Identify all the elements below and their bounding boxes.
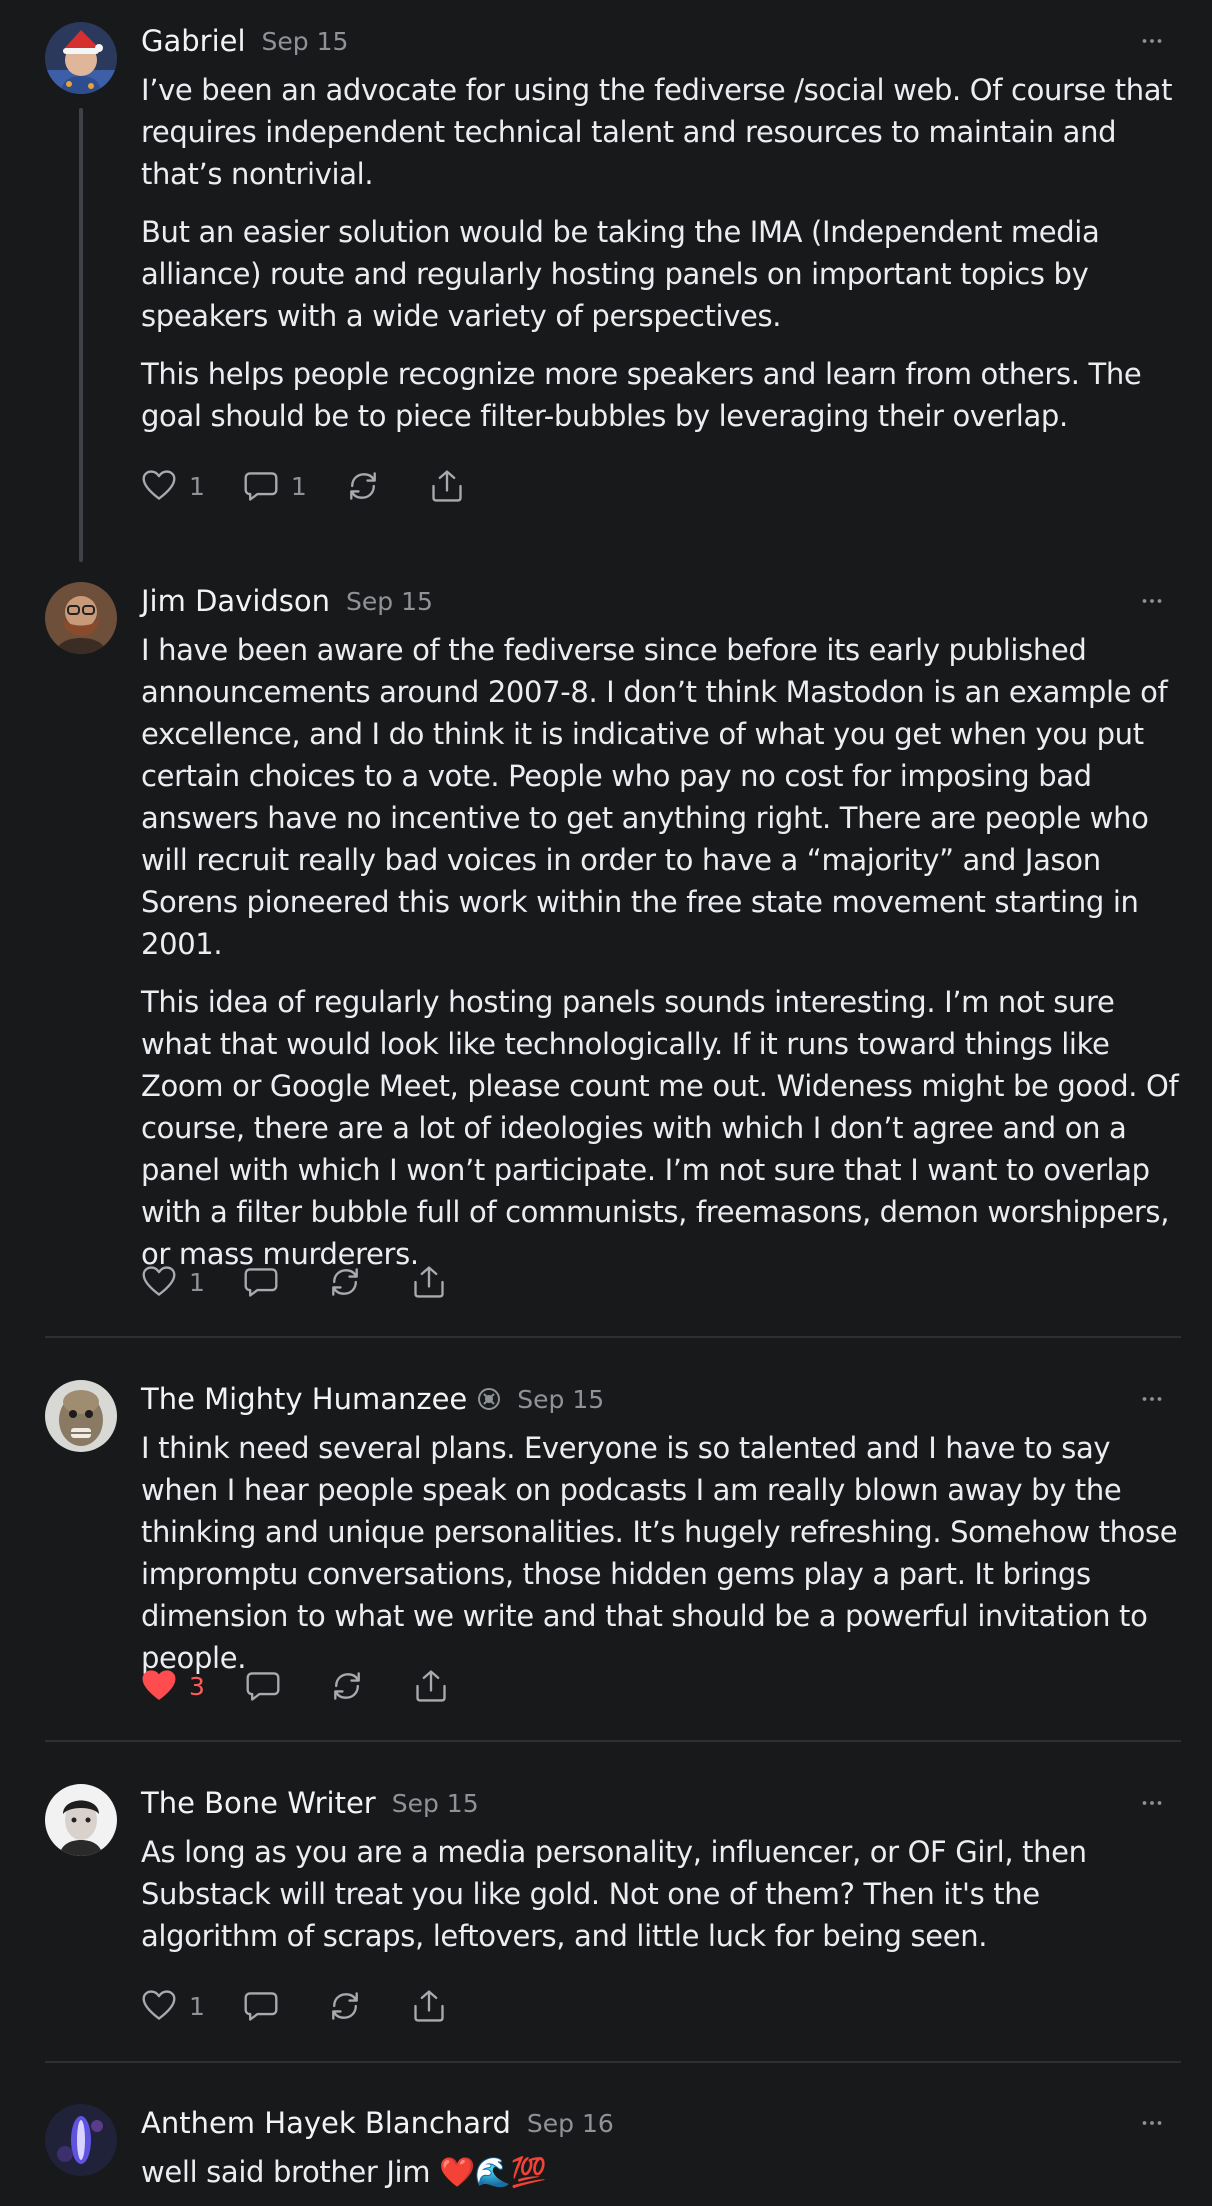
- divider: [45, 1336, 1181, 1338]
- like-button[interactable]: 3: [141, 1664, 205, 1708]
- share-button[interactable]: [429, 464, 465, 508]
- comment-icon: [243, 1264, 279, 1300]
- reply-button[interactable]: [245, 1664, 281, 1708]
- more-icon: [1137, 1798, 1167, 1808]
- reply-button[interactable]: 1: [243, 464, 307, 508]
- share-icon: [411, 1264, 447, 1300]
- share-button[interactable]: [411, 1260, 447, 1304]
- author-name[interactable]: Jim Davidson: [141, 584, 330, 618]
- heart-icon: [141, 1988, 177, 2024]
- comment-paragraph: This idea of regularly hosting panels so…: [141, 985, 1179, 1271]
- comment-actions: 1: [141, 1260, 447, 1304]
- like-button[interactable]: 1: [141, 1984, 205, 2028]
- comment-header: Jim Davidson Sep 15: [141, 581, 433, 621]
- restack-button[interactable]: [327, 1260, 363, 1304]
- comment-body: I think need several plans. Everyone is …: [141, 1427, 1181, 1695]
- avatar[interactable]: [45, 1380, 117, 1452]
- restack-button[interactable]: [345, 464, 381, 508]
- author-name[interactable]: Gabriel: [141, 24, 246, 58]
- more-options-button[interactable]: [1128, 1783, 1176, 1823]
- comment-header: Gabriel Sep 15: [141, 21, 348, 61]
- comment-feed: Gabriel Sep 15 I’ve been an advocate for…: [0, 0, 1212, 2206]
- comment-date[interactable]: Sep 15: [346, 587, 433, 616]
- reply-button[interactable]: [243, 1260, 279, 1304]
- more-options-button[interactable]: [1128, 1379, 1176, 1419]
- comment-actions: 3: [141, 1664, 449, 1708]
- share-button[interactable]: [413, 1664, 449, 1708]
- avatar[interactable]: [45, 582, 117, 654]
- reply-button[interactable]: [243, 1984, 279, 2028]
- comment-icon: [243, 1988, 279, 2024]
- more-icon: [1137, 1394, 1167, 1404]
- comment-date[interactable]: Sep 16: [527, 2109, 614, 2138]
- more-options-button[interactable]: [1128, 2103, 1176, 2143]
- comment-header: The Mighty Humanzee Sep 15: [141, 1379, 604, 1419]
- comment-paragraph: But an easier solution would be taking t…: [141, 215, 1100, 333]
- like-button[interactable]: 1: [141, 464, 205, 508]
- like-count: 1: [189, 1267, 205, 1297]
- restack-icon: [327, 1264, 363, 1300]
- like-button[interactable]: 1: [141, 1260, 205, 1304]
- avatar[interactable]: [45, 22, 117, 94]
- comment-header: The Bone Writer Sep 15: [141, 1783, 479, 1823]
- more-options-button[interactable]: [1128, 21, 1176, 61]
- subscriber-badge-icon: [478, 1388, 501, 1410]
- like-count: 1: [189, 1991, 205, 2021]
- comment-paragraph: I’ve been an advocate for using the fedi…: [141, 73, 1173, 191]
- comment-header: Anthem Hayek Blanchard Sep 16: [141, 2103, 614, 2143]
- author-name[interactable]: The Bone Writer: [141, 1786, 376, 1820]
- author-name[interactable]: Anthem Hayek Blanchard: [141, 2106, 511, 2140]
- comment-date[interactable]: Sep 15: [392, 1789, 479, 1818]
- comment-paragraph: As long as you are a media personality, …: [141, 1835, 1087, 1953]
- like-count: 3: [189, 1671, 205, 1701]
- comment-paragraph: I think need several plans. Everyone is …: [141, 1431, 1178, 1675]
- share-icon: [413, 1668, 449, 1704]
- divider: [45, 1740, 1181, 1742]
- avatar[interactable]: [45, 2104, 117, 2176]
- share-icon: [429, 468, 465, 504]
- share-button[interactable]: [411, 1984, 447, 2028]
- comment-date[interactable]: Sep 15: [517, 1385, 604, 1414]
- comment-actions: 1: [141, 1984, 447, 2028]
- comment-body: I’ve been an advocate for using the fedi…: [141, 69, 1181, 453]
- restack-icon: [327, 1988, 363, 2024]
- avatar[interactable]: [45, 1784, 117, 1856]
- comment-paragraph: I have been aware of the fediverse since…: [141, 633, 1168, 961]
- comment-body: well said brother Jim ❤️🌊💯: [141, 2151, 1181, 2206]
- more-icon: [1137, 2118, 1167, 2128]
- like-count: 1: [189, 471, 205, 501]
- comment-body: I have been aware of the fediverse since…: [141, 629, 1181, 1291]
- comment-icon: [243, 468, 279, 504]
- restack-icon: [345, 468, 381, 504]
- comment-paragraph: well said brother Jim ❤️🌊💯: [141, 2155, 547, 2189]
- divider: [45, 2061, 1181, 2063]
- comment-body: As long as you are a media personality, …: [141, 1831, 1181, 1973]
- heart-icon: [141, 1668, 177, 1704]
- reply-count: 1: [290, 471, 307, 501]
- restack-button[interactable]: [329, 1664, 365, 1708]
- heart-icon: [141, 1264, 177, 1300]
- comment-date[interactable]: Sep 15: [262, 27, 349, 56]
- thread-line: [79, 108, 83, 562]
- more-options-button[interactable]: [1128, 581, 1176, 621]
- restack-icon: [329, 1668, 365, 1704]
- more-icon: [1137, 36, 1167, 46]
- comment-actions: 1 1: [141, 464, 465, 508]
- comment-paragraph: This helps people recognize more speaker…: [141, 357, 1142, 433]
- more-icon: [1137, 596, 1167, 606]
- share-icon: [411, 1988, 447, 2024]
- comment-icon: [245, 1668, 281, 1704]
- author-name[interactable]: The Mighty Humanzee: [141, 1382, 467, 1416]
- restack-button[interactable]: [327, 1984, 363, 2028]
- heart-icon: [141, 468, 177, 504]
